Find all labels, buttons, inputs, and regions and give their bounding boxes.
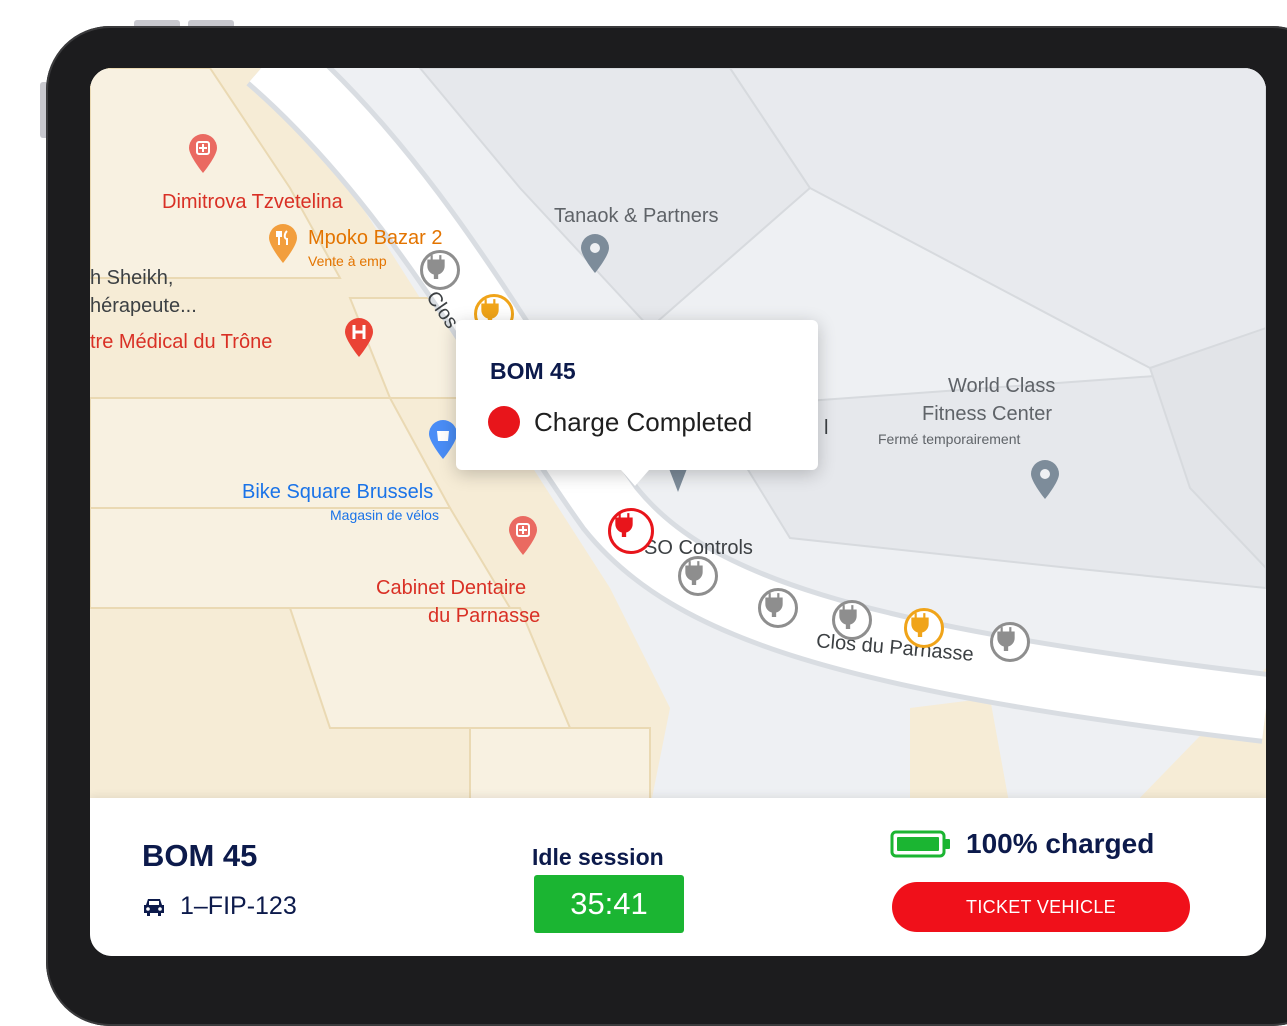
- place-label[interactable]: hérapeute...: [90, 296, 197, 316]
- location-pin-icon[interactable]: [580, 234, 610, 274]
- charger-marker[interactable]: [678, 556, 718, 596]
- place-label[interactable]: Fitness Center: [922, 404, 1052, 424]
- place-label[interactable]: tre Médical du Trône: [90, 332, 272, 352]
- restaurant-pin-icon[interactable]: [268, 224, 298, 264]
- vehicle-plate: 1–FIP-123: [142, 892, 297, 921]
- place-label[interactable]: h Sheikh,: [90, 268, 173, 288]
- charger-marker[interactable]: [990, 622, 1030, 662]
- charger-marker-selected[interactable]: [608, 508, 654, 554]
- charger-title: BOM 45: [142, 838, 258, 873]
- idle-session-label: Idle session: [532, 844, 664, 870]
- place-label: l: [824, 417, 829, 439]
- place-label[interactable]: Dimitrova Tzvetelina: [162, 192, 343, 212]
- ev-plug-icon: [765, 593, 783, 617]
- battery-full-icon: [890, 830, 950, 858]
- charger-marker[interactable]: [832, 600, 872, 640]
- place-label[interactable]: Bike Square Brussels: [242, 482, 433, 502]
- ev-plug-icon: [427, 255, 445, 279]
- popup-status-text: Charge Completed: [534, 406, 753, 437]
- place-label[interactable]: SO Controls: [644, 538, 753, 558]
- shopping-pin-icon[interactable]: [428, 420, 458, 460]
- ev-plug-icon: [839, 605, 857, 629]
- idle-timer: 35:41: [534, 875, 684, 933]
- tablet-screen: Dimitrova Tzvetelina Mpoko Bazar 2 Vente…: [90, 68, 1266, 956]
- location-pin-icon[interactable]: [1030, 460, 1060, 500]
- vehicle-plate-text: 1–FIP-123: [180, 892, 297, 920]
- dentist-pin-icon[interactable]: [508, 516, 538, 556]
- ev-plug-icon: [911, 613, 929, 637]
- place-sublabel: Vente à emp: [308, 253, 387, 269]
- place-sublabel: Fermé temporairement: [878, 431, 1021, 447]
- ev-plug-icon: [615, 513, 633, 537]
- medical-pin-icon[interactable]: [344, 318, 374, 358]
- ev-plug-icon: [997, 627, 1015, 651]
- place-label[interactable]: Tanaok & Partners: [554, 206, 719, 226]
- popup-status: Charge Completed: [488, 406, 752, 438]
- session-panel: BOM 45 1–FIP-123 Idle session 35:41 100%…: [90, 798, 1266, 956]
- hospital-pin-icon[interactable]: [188, 134, 218, 174]
- place-label[interactable]: Mpoko Bazar 2: [308, 228, 443, 248]
- place-label[interactable]: du Parnasse: [428, 606, 540, 626]
- charger-marker[interactable]: [420, 250, 460, 290]
- place-label[interactable]: Cabinet Dentaire: [376, 578, 526, 598]
- charge-status: 100% charged: [890, 828, 1154, 860]
- place-sublabel: Magasin de vélos: [330, 507, 439, 523]
- map-view[interactable]: Dimitrova Tzvetelina Mpoko Bazar 2 Vente…: [90, 68, 1266, 808]
- charger-info-popup[interactable]: BOM 45 Charge Completed: [456, 320, 818, 486]
- charger-marker[interactable]: [904, 608, 944, 648]
- status-dot-icon: [488, 406, 520, 438]
- charge-status-text: 100% charged: [966, 828, 1155, 859]
- ticket-vehicle-button[interactable]: TICKET VEHICLE: [892, 882, 1190, 932]
- car-icon: [144, 898, 164, 916]
- popup-title: BOM 45: [490, 358, 576, 384]
- charger-marker[interactable]: [758, 588, 798, 628]
- ev-plug-icon: [685, 561, 703, 585]
- place-label[interactable]: World Class: [948, 376, 1055, 396]
